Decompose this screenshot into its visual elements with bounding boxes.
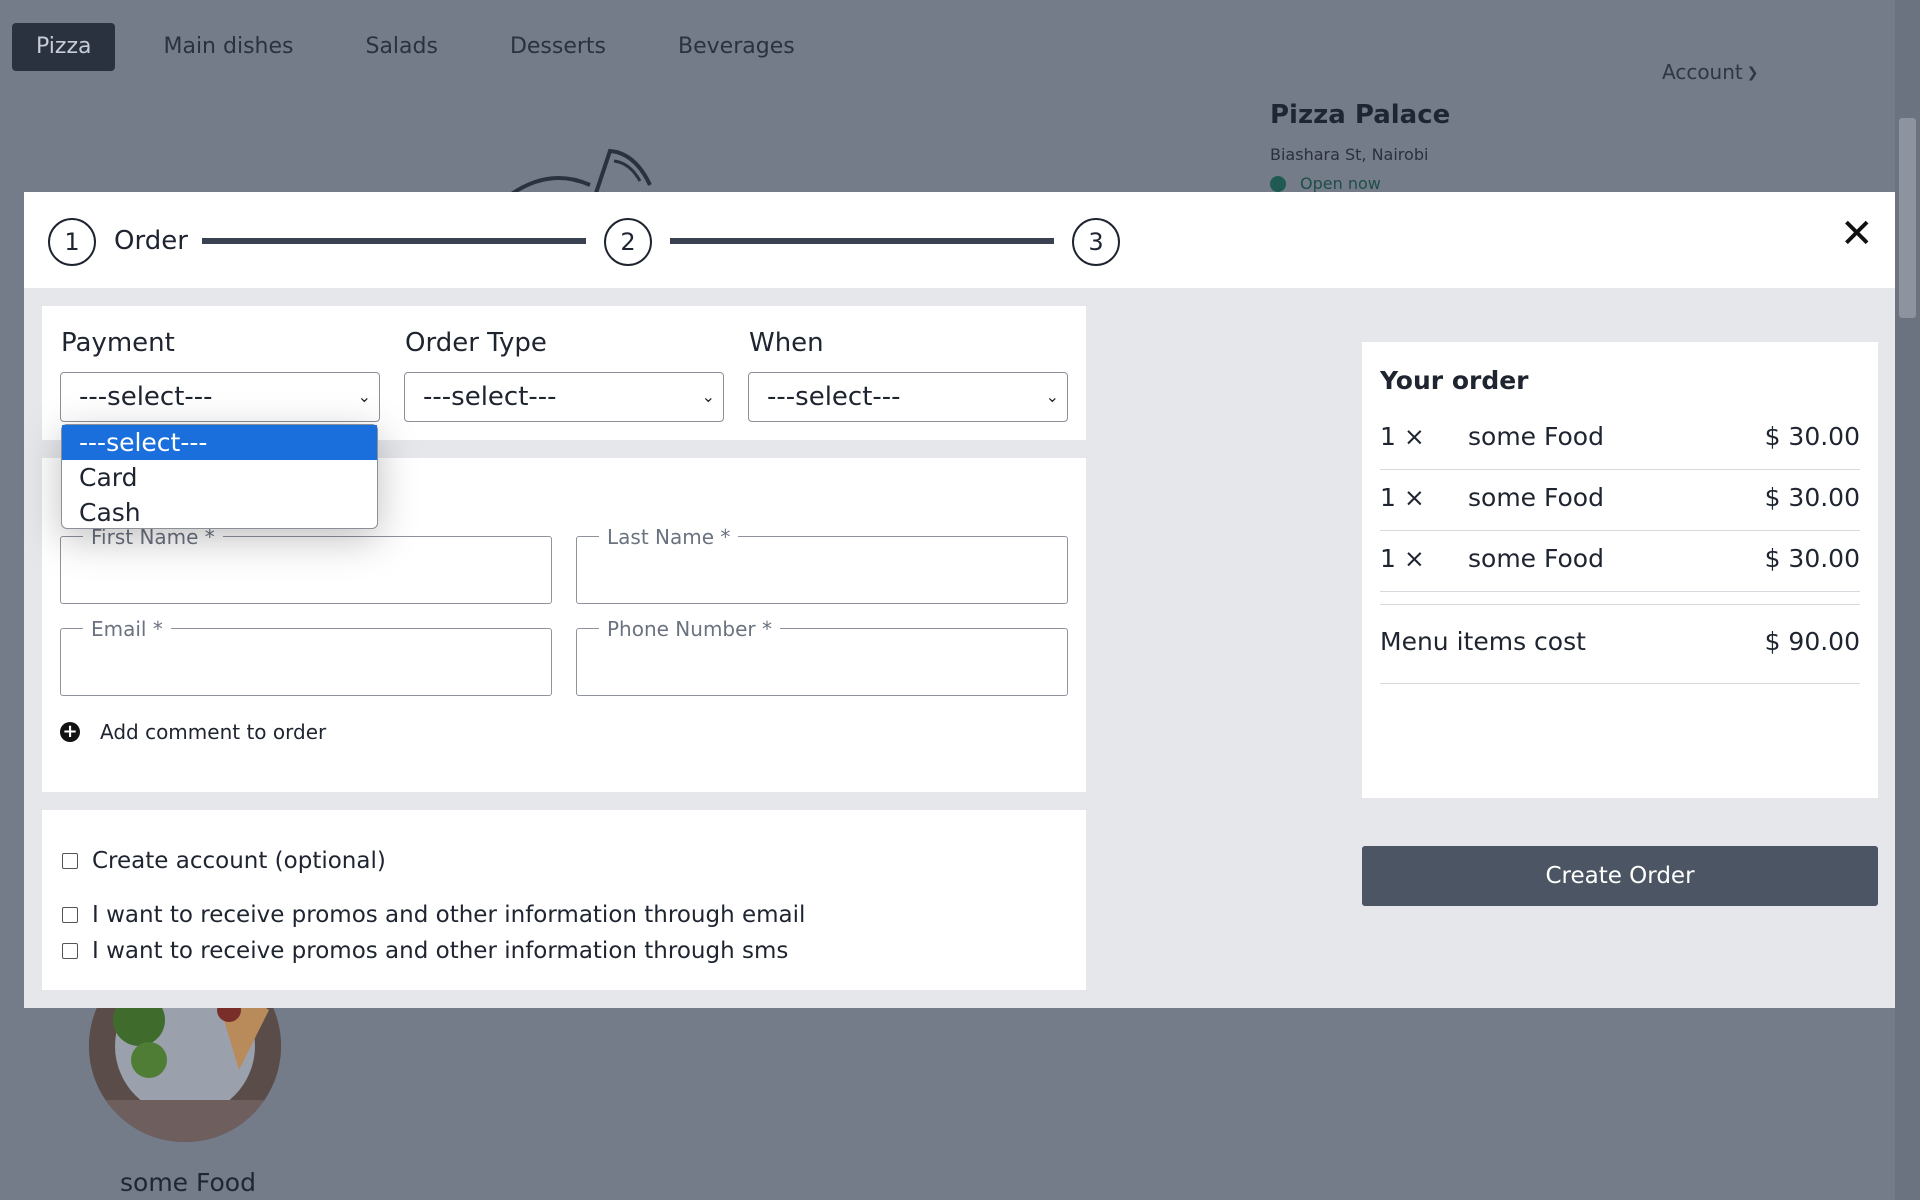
tab-main-dishes[interactable]: Main dishes — [127, 23, 329, 71]
restaurant-name: Pizza Palace — [1270, 100, 1451, 130]
item-price: $ 30.00 — [1764, 544, 1860, 573]
restaurant-address: Biashara St, Nairobi — [1270, 145, 1429, 164]
tab-pizza[interactable]: Pizza — [12, 23, 116, 71]
payment-dropdown-list: ---select--- Card Cash — [61, 424, 378, 529]
when-label: When — [749, 328, 824, 358]
restaurant-status: Open now — [1270, 174, 1381, 193]
promo-email-label: I want to receive promos and other infor… — [92, 902, 806, 928]
create-account-label: Create account (optional) — [92, 848, 386, 874]
item-quantity: 1 × — [1380, 544, 1425, 573]
when-select-value: ---select--- — [767, 382, 901, 412]
order-total-row: Menu items cost $ 90.00 — [1380, 604, 1860, 684]
payment-option-select[interactable]: ---select--- — [62, 425, 377, 460]
item-name: some Food — [1468, 483, 1604, 512]
order-type-label: Order Type — [405, 328, 547, 358]
last-name-label: Last Name * — [599, 525, 739, 549]
last-name-field[interactable]: Last Name * — [576, 525, 1068, 604]
step-1-label: Order — [114, 226, 188, 256]
chevron-down-icon: ⌄ — [1045, 387, 1059, 406]
plus-circle-icon: + — [60, 722, 80, 742]
pizza-logo-icon — [510, 148, 652, 195]
status-text: Open now — [1300, 174, 1381, 193]
page-scrollbar[interactable] — [1895, 0, 1920, 1200]
step-1-circle: 1 — [48, 218, 96, 266]
first-name-field[interactable]: First Name * — [60, 525, 552, 604]
status-dot-icon — [1270, 175, 1286, 192]
category-nav: Pizza Main dishes Salads Desserts Bevera… — [12, 23, 831, 71]
order-item-row: 1 × some Food $ 30.00 — [1380, 410, 1860, 470]
create-order-button[interactable]: Create Order — [1362, 846, 1878, 906]
close-icon[interactable]: ✕ — [1840, 214, 1874, 254]
step-connector — [670, 238, 1054, 244]
step-2-circle: 2 — [604, 218, 652, 266]
create-account-checkbox[interactable] — [62, 853, 78, 869]
when-select[interactable]: ---select--- ⌄ — [748, 372, 1068, 422]
chevron-down-icon: ❯ — [1746, 65, 1759, 81]
account-label: Account — [1662, 60, 1743, 84]
add-comment-button[interactable]: + Add comment to order — [60, 720, 326, 744]
add-comment-label: Add comment to order — [100, 720, 327, 744]
chevron-down-icon: ⌄ — [357, 387, 371, 406]
promo-email-option[interactable]: I want to receive promos and other infor… — [62, 902, 805, 928]
create-account-option[interactable]: Create account (optional) — [62, 848, 386, 874]
promo-sms-label: I want to receive promos and other infor… — [92, 938, 789, 964]
chevron-down-icon: ⌄ — [701, 387, 715, 406]
item-quantity: 1 × — [1380, 483, 1425, 512]
total-value: $ 90.00 — [1764, 627, 1860, 656]
account-menu[interactable]: Account ❯ — [1662, 60, 1759, 84]
step-3-circle: 3 — [1072, 218, 1120, 266]
tab-desserts[interactable]: Desserts — [474, 23, 642, 71]
stepper-header: 1 Order 2 3 ✕ — [24, 192, 1895, 288]
phone-field[interactable]: Phone Number * — [576, 617, 1068, 696]
tab-salads[interactable]: Salads — [329, 23, 473, 71]
item-price: $ 30.00 — [1764, 422, 1860, 451]
total-label: Menu items cost — [1380, 627, 1586, 656]
scrollbar-thumb[interactable] — [1899, 118, 1916, 318]
tab-beverages[interactable]: Beverages — [642, 23, 831, 71]
promo-sms-checkbox[interactable] — [62, 943, 78, 959]
payment-option-card[interactable]: Card — [62, 460, 377, 495]
phone-label: Phone Number * — [599, 617, 781, 641]
order-item-row: 1 × some Food $ 30.00 — [1380, 471, 1860, 531]
item-quantity: 1 × — [1380, 422, 1425, 451]
order-type-select[interactable]: ---select--- ⌄ — [404, 372, 724, 422]
item-name: some Food — [1468, 422, 1604, 451]
payment-option-cash[interactable]: Cash — [62, 495, 377, 530]
order-item-row: 1 × some Food $ 30.00 — [1380, 532, 1860, 592]
item-name: some Food — [1468, 544, 1604, 573]
item-price: $ 30.00 — [1764, 483, 1860, 512]
food-caption: some Food — [120, 1168, 256, 1197]
payment-label: Payment — [61, 328, 175, 358]
payment-select-value: ---select--- — [79, 382, 213, 412]
order-type-select-value: ---select--- — [423, 382, 557, 412]
email-field[interactable]: Email * — [60, 617, 552, 696]
promo-sms-option[interactable]: I want to receive promos and other infor… — [62, 938, 788, 964]
order-summary-title: Your order — [1380, 366, 1529, 395]
promo-email-checkbox[interactable] — [62, 907, 78, 923]
step-connector — [202, 238, 586, 244]
email-label: Email * — [83, 617, 171, 641]
payment-select[interactable]: ---select--- ⌄ — [60, 372, 380, 422]
